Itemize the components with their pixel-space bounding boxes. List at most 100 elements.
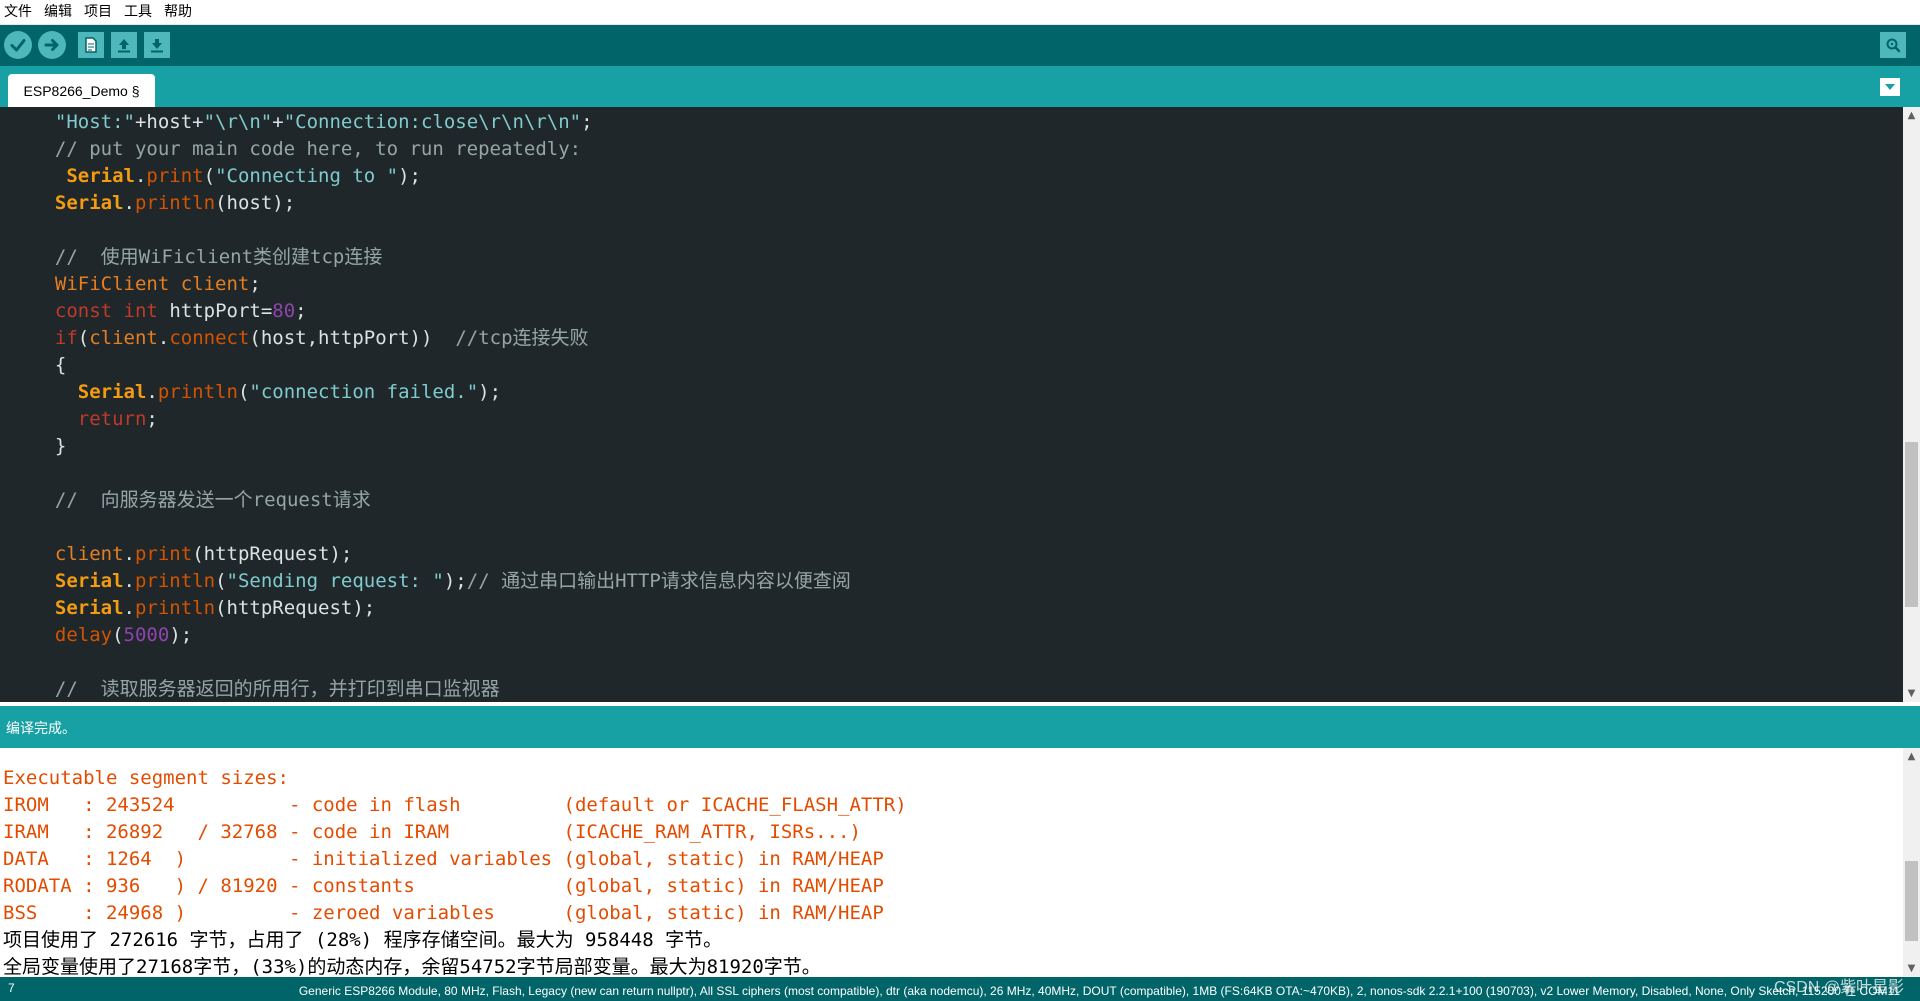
new-sketch-button[interactable] xyxy=(78,32,104,58)
menu-file[interactable]: 文件 xyxy=(0,0,40,24)
code-token: Serial xyxy=(54,597,124,619)
code-token: int xyxy=(123,300,158,322)
board-status-bar: 7 Generic ESP8266 Module, 80 MHz, Flash,… xyxy=(0,977,1920,1001)
console-line: IROM : 243524 - code in flash (default o… xyxy=(3,794,907,816)
serial-monitor-button[interactable] xyxy=(1880,32,1906,58)
save-sketch-button[interactable] xyxy=(144,32,170,58)
code-token: // 通过串口输出HTTP请求信息内容以便查阅 xyxy=(466,570,851,592)
menu-tools[interactable]: 工具 xyxy=(120,0,160,24)
code-line[interactable]: Serial.println(httpRequest); xyxy=(32,595,851,622)
code-token: ; xyxy=(146,408,158,430)
code-editor[interactable]: "Host:"+host+"\r\n"+"Connection:close\r\… xyxy=(0,107,1903,702)
chevron-down-icon xyxy=(1885,84,1895,90)
code-line[interactable]: return; xyxy=(32,406,851,433)
code-token: + xyxy=(272,111,284,133)
console-line: BSS : 24968 ) - zeroed variables (global… xyxy=(3,902,884,924)
editor-scrollbar[interactable]: ▲ ▼ xyxy=(1903,107,1920,702)
code-line[interactable] xyxy=(32,217,851,244)
code-token: ( xyxy=(215,570,227,592)
code-token: delay xyxy=(54,624,113,646)
code-token: // put your main code here, to run repea… xyxy=(32,138,582,160)
code-line[interactable]: "Host:"+host+"\r\n"+"Connection:close\r\… xyxy=(32,109,851,136)
code-token: ; xyxy=(249,273,261,295)
code-line[interactable]: { xyxy=(32,352,851,379)
console-scroll-thumb[interactable] xyxy=(1905,861,1918,941)
line-number: 7 xyxy=(8,981,15,995)
code-line[interactable] xyxy=(32,514,851,541)
code-token: connect xyxy=(169,327,250,349)
code-token: httpPort= xyxy=(157,300,273,322)
verify-button[interactable] xyxy=(4,31,32,59)
console-lines: Executable segment sizes: IROM : 243524 -… xyxy=(3,765,907,977)
console-scrollbar[interactable]: ▲ ▼ xyxy=(1903,748,1920,977)
scroll-down-arrow-icon[interactable]: ▼ xyxy=(1903,685,1920,702)
open-sketch-button[interactable] xyxy=(111,32,137,58)
code-line[interactable]: Serial.println("connection failed."); xyxy=(32,379,851,406)
code-token: . xyxy=(123,570,135,592)
code-token: ( xyxy=(203,165,216,187)
scroll-up-arrow-icon[interactable]: ▲ xyxy=(1903,107,1920,124)
code-token: 5000 xyxy=(123,624,170,646)
code-token: //tcp连接失败 xyxy=(455,327,589,349)
code-token: ); xyxy=(169,624,193,646)
code-token: println xyxy=(157,381,238,403)
menu-bar: 文件 编辑 项目 工具 帮助 xyxy=(0,0,1920,25)
console-scroll-up-icon[interactable]: ▲ xyxy=(1903,748,1920,765)
code-token: println xyxy=(134,570,216,592)
code-token: ; xyxy=(581,111,593,133)
code-token: // 向服务器发送一个request请求 xyxy=(32,489,371,511)
code-token: (httpRequest); xyxy=(192,543,353,565)
code-line[interactable]: } xyxy=(32,433,851,460)
status-message: 编译完成。 xyxy=(6,721,76,737)
code-token: Serial xyxy=(77,381,147,403)
code-line[interactable]: Serial.println(host); xyxy=(32,190,851,217)
code-token: "Connecting to " xyxy=(215,165,399,187)
output-console[interactable]: Executable segment sizes: IROM : 243524 -… xyxy=(0,748,1903,977)
code-token: Serial xyxy=(54,192,124,214)
upload-button[interactable] xyxy=(38,31,66,59)
code-line[interactable] xyxy=(32,649,851,676)
status-bar: 编译完成。 xyxy=(0,706,1920,748)
code-line[interactable]: // 使用WiFiclient类创建tcp连接 xyxy=(32,244,851,271)
code-line[interactable]: // put your main code here, to run repea… xyxy=(32,136,851,163)
watermark: CSDN @紫叶星影 xyxy=(1773,979,1904,996)
editor-scroll-thumb[interactable] xyxy=(1905,442,1918,607)
code-lines[interactable]: "Host:"+host+"\r\n"+"Connection:close\r\… xyxy=(32,109,851,702)
code-line[interactable] xyxy=(32,460,851,487)
code-token: "connection failed." xyxy=(249,381,479,403)
code-token: ); xyxy=(443,570,467,592)
code-line[interactable]: WiFiClient client; xyxy=(32,271,851,298)
code-line[interactable]: if(client.connect(host,httpPort)) //tcp连… xyxy=(32,325,851,352)
code-token: ( xyxy=(112,624,124,646)
code-line[interactable]: // 向服务器发送一个request请求 xyxy=(32,487,851,514)
code-line[interactable]: client.print(httpRequest); xyxy=(32,541,851,568)
code-line[interactable]: // 读取服务器返回的所用行，并打印到串口监视器 xyxy=(32,676,851,702)
code-token: (host); xyxy=(215,192,296,214)
code-token: ( xyxy=(77,327,90,349)
code-token: ; xyxy=(295,300,307,322)
menu-edit[interactable]: 编辑 xyxy=(40,0,80,24)
code-token: println xyxy=(134,597,216,619)
code-line[interactable]: Serial.print("Connecting to "); xyxy=(32,163,851,190)
code-token: . xyxy=(123,597,135,619)
console-line: 项目使用了 272616 字节，占用了 (28%) 程序存储空间。最大为 958… xyxy=(3,929,723,951)
tab-esp8266-demo[interactable]: ESP8266_Demo § xyxy=(8,74,155,107)
code-line[interactable]: delay(5000); xyxy=(32,622,851,649)
code-line[interactable]: Serial.println("Sending request: ");// 通… xyxy=(32,568,851,595)
tab-menu-button[interactable] xyxy=(1880,78,1900,96)
menu-help[interactable]: 帮助 xyxy=(160,0,200,24)
code-token: (host,httpPort)) xyxy=(249,327,456,349)
code-token: return xyxy=(77,408,147,430)
menu-sketch[interactable]: 项目 xyxy=(80,0,120,24)
code-line[interactable]: const int httpPort=80; xyxy=(32,298,851,325)
code-token: "Sending request: " xyxy=(226,570,444,592)
console-scroll-down-icon[interactable]: ▼ xyxy=(1903,960,1920,977)
board-info: Generic ESP8266 Module, 80 MHz, Flash, L… xyxy=(298,984,1900,998)
new-file-icon xyxy=(85,37,97,53)
